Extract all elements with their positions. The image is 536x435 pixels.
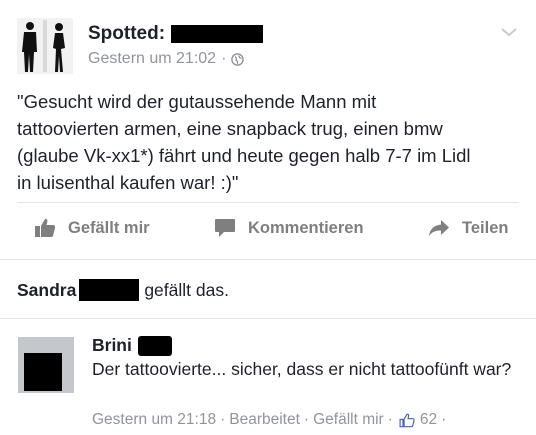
commenter-avatar[interactable] xyxy=(18,337,74,393)
redaction-bar xyxy=(79,279,140,301)
comment-icon xyxy=(215,219,235,237)
comment-label: Kommentieren xyxy=(248,218,364,237)
comment-text: Der tattoovierte... sicher, dass er nich… xyxy=(92,359,512,379)
liker-name[interactable]: Sandra xyxy=(17,280,76,301)
comment-timestamp[interactable]: Gestern um 21:18 xyxy=(92,411,216,429)
chevron-down-icon[interactable] xyxy=(500,26,518,38)
page-name[interactable]: Spotted: xyxy=(88,23,165,45)
likes-summary[interactable]: Sandra gefällt das. xyxy=(17,279,229,301)
like-label: Gefällt mir xyxy=(68,218,150,237)
comment-author[interactable]: Brini xyxy=(92,335,132,356)
share-button[interactable]: Teilen xyxy=(428,218,508,238)
redaction-bar xyxy=(171,25,264,43)
globe-icon xyxy=(231,52,245,66)
post-meta: Gestern um 21:02 · xyxy=(88,50,245,68)
comment-like-count[interactable]: 62 xyxy=(399,411,437,429)
post-text: "Gesucht wird der gutaussehende Mann mit… xyxy=(17,91,471,193)
likes-suffix: gefällt das. xyxy=(144,279,229,300)
share-arrow-icon xyxy=(429,220,449,236)
divider xyxy=(0,259,536,260)
silhouette-couple-image xyxy=(17,18,73,74)
meta-separator: · xyxy=(221,50,227,67)
meta-separator: · xyxy=(441,411,447,428)
thumbs-up-icon xyxy=(35,218,56,237)
like-count-value: 62 xyxy=(419,411,438,428)
redaction-bar xyxy=(24,353,62,391)
comment-author-row: Brini xyxy=(92,335,172,356)
thumbs-up-icon xyxy=(399,413,415,427)
comment: Brini Der tattoovierte... sicher, dass e… xyxy=(0,320,536,435)
meta-separator: · xyxy=(220,411,226,428)
comment-like-button[interactable]: Gefällt mir xyxy=(313,411,384,429)
post-timestamp[interactable]: Gestern um 21:02 xyxy=(88,50,216,68)
page-avatar[interactable] xyxy=(17,18,73,74)
redaction-bar xyxy=(137,335,172,356)
share-label: Teilen xyxy=(462,218,509,237)
action-bar: Gefällt mir Kommentieren Teilen xyxy=(0,202,536,258)
post-header: Spotted: Gestern um 21:02 · xyxy=(0,0,536,80)
meta-separator: · xyxy=(303,411,310,428)
like-button[interactable]: Gefällt mir xyxy=(34,218,150,238)
comment-button[interactable]: Kommentieren xyxy=(214,218,364,238)
comment-edited-link[interactable]: Bearbeitet xyxy=(229,411,300,429)
comment-meta: Gestern um 21:18 · Bearbeitet · Gefällt … xyxy=(92,411,450,429)
divider xyxy=(0,318,536,319)
meta-separator: · xyxy=(387,411,393,428)
page-name-row: Spotted: xyxy=(88,22,264,46)
